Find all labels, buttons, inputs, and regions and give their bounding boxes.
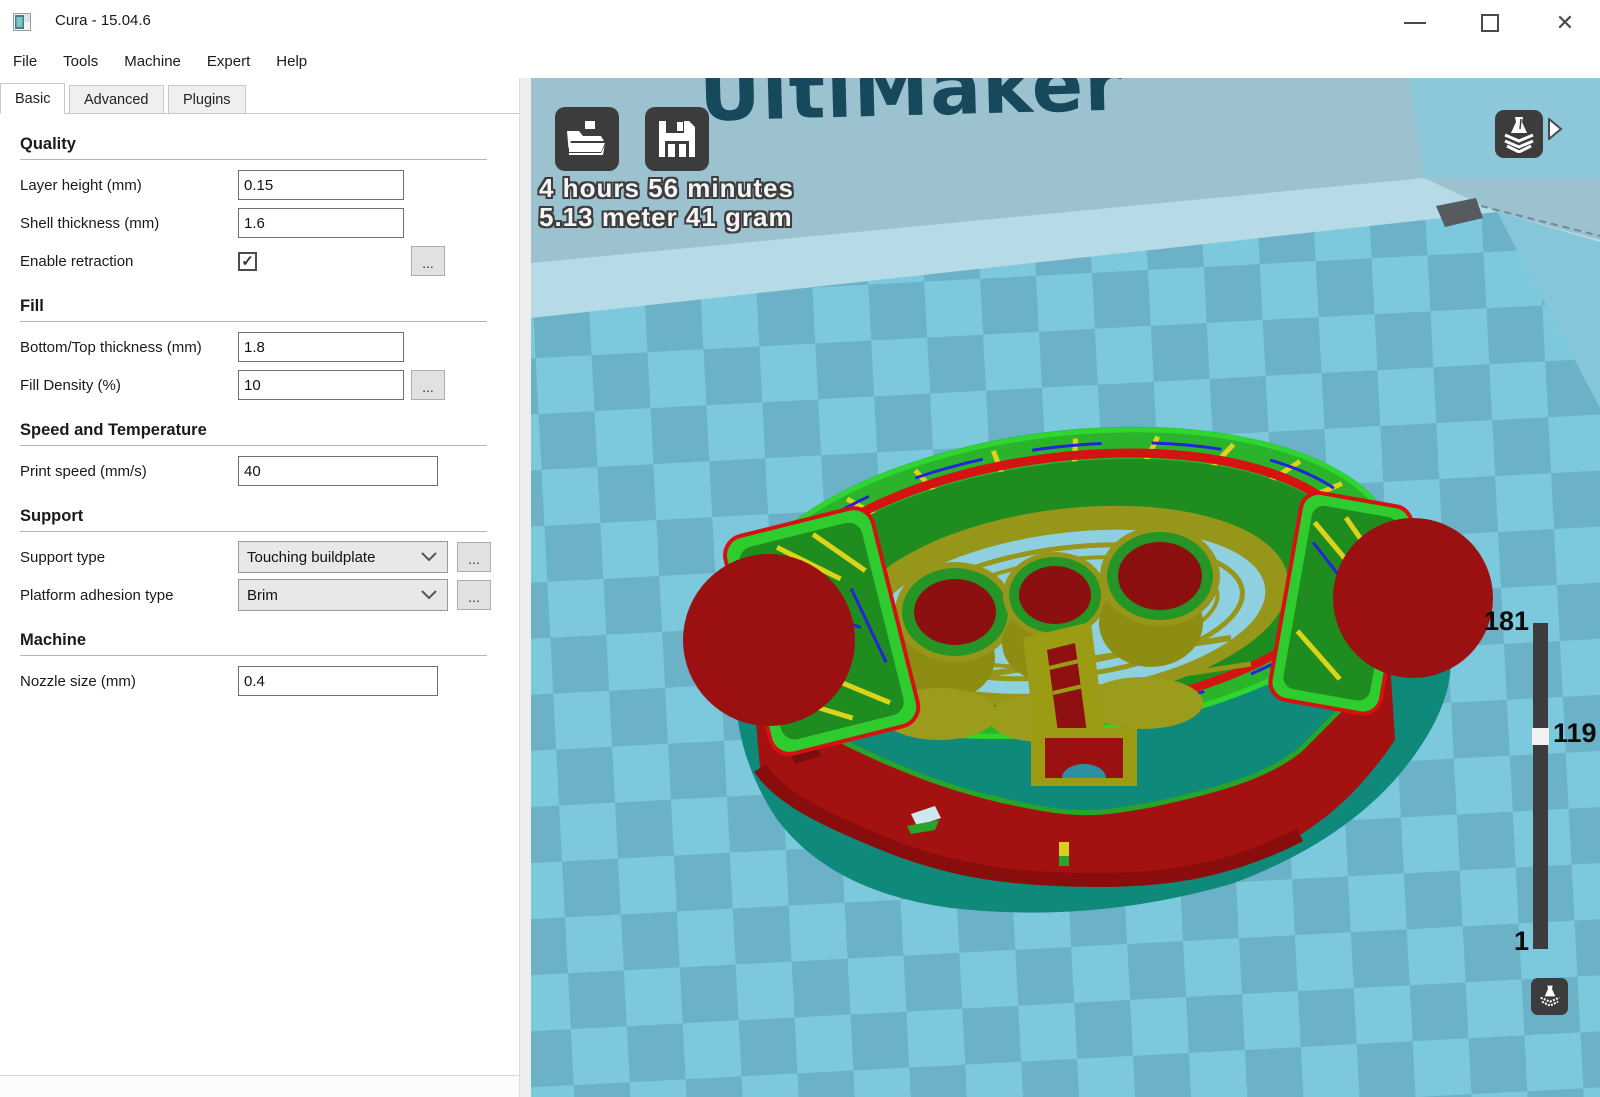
menu-tools[interactable]: Tools xyxy=(51,48,110,75)
fill-density-input[interactable] xyxy=(238,370,404,400)
platform-adhesion-more-button[interactable]: ... xyxy=(457,580,491,610)
checkmark-icon: ✓ xyxy=(241,252,254,270)
chevron-down-icon xyxy=(421,552,437,562)
tab-advanced[interactable]: Advanced xyxy=(69,85,164,114)
save-toolpath-button[interactable] xyxy=(645,107,709,171)
platform-adhesion-label: Platform adhesion type xyxy=(20,587,238,604)
print-material: 5.13 meter 41 gram xyxy=(539,202,793,233)
settings-panel: Quality Layer height (mm) Shell thicknes… xyxy=(0,114,519,1075)
tab-basic[interactable]: Basic xyxy=(0,83,65,114)
shell-thickness-input[interactable] xyxy=(238,208,404,238)
menu-machine[interactable]: Machine xyxy=(112,48,193,75)
titlebar: Cura - 15.04.6 ✕ xyxy=(0,0,1600,45)
window-title: Cura - 15.04.6 xyxy=(55,12,151,29)
close-button[interactable]: ✕ xyxy=(1535,0,1595,45)
layer-current-label: 119 xyxy=(1553,718,1597,749)
platform-adhesion-dropdown[interactable]: Brim xyxy=(238,579,448,611)
section-speed-temperature: Speed and Temperature xyxy=(20,421,487,446)
section-support: Support xyxy=(20,507,487,532)
load-model-button[interactable] xyxy=(555,107,619,171)
tab-plugins[interactable]: Plugins xyxy=(168,85,246,114)
layer-slider-handle[interactable] xyxy=(1532,728,1549,745)
retraction-more-button[interactable]: ... xyxy=(411,246,445,276)
layer-view-icon xyxy=(1501,115,1537,153)
shell-thickness-label: Shell thickness (mm) xyxy=(20,215,238,232)
menu-file[interactable]: File xyxy=(1,48,49,75)
layer-slider[interactable] xyxy=(1533,623,1548,949)
tabstrip: Basic Advanced Plugins xyxy=(0,84,531,114)
fill-density-label: Fill Density (%) xyxy=(20,377,238,394)
chevron-down-icon xyxy=(421,590,437,600)
cura-app-icon xyxy=(13,13,31,31)
fill-density-more-button[interactable]: ... xyxy=(411,370,445,400)
bottom-top-thickness-input[interactable] xyxy=(238,332,404,362)
view-mode-expand-icon[interactable] xyxy=(1547,118,1563,140)
load-model-icon xyxy=(565,119,609,159)
section-fill: Fill xyxy=(20,297,487,322)
nozzle-size-label: Nozzle size (mm) xyxy=(20,673,238,690)
layer-max-label: 181 xyxy=(1477,606,1529,637)
enable-retraction-label: Enable retraction xyxy=(20,253,238,270)
view-mode-button[interactable] xyxy=(1495,110,1543,158)
close-icon: ✕ xyxy=(1556,12,1574,34)
layer-height-label: Layer height (mm) xyxy=(20,177,238,194)
support-type-more-button[interactable]: ... xyxy=(457,542,491,572)
minimize-button[interactable] xyxy=(1385,0,1445,45)
panel-gutter xyxy=(519,78,531,1097)
print-time: 4 hours 56 minutes xyxy=(539,173,794,204)
menu-help[interactable]: Help xyxy=(264,48,319,75)
layer-view-mini-icon xyxy=(1538,984,1562,1010)
print-speed-input[interactable] xyxy=(238,456,438,486)
maximize-button[interactable] xyxy=(1460,0,1520,45)
layer-view-mini-button[interactable] xyxy=(1531,978,1568,1015)
bottom-top-thickness-label: Bottom/Top thickness (mm) xyxy=(20,339,238,356)
print-speed-label: Print speed (mm/s) xyxy=(20,463,238,480)
support-type-dropdown[interactable]: Touching buildplate xyxy=(238,541,448,573)
minimize-icon xyxy=(1404,22,1426,24)
menu-expert[interactable]: Expert xyxy=(195,48,262,75)
support-type-value: Touching buildplate xyxy=(247,549,375,566)
support-type-label: Support type xyxy=(20,549,238,566)
section-quality: Quality xyxy=(20,135,487,160)
left-pocket-bore xyxy=(683,554,855,726)
menubar: File Tools Machine Expert Help xyxy=(0,45,1600,78)
right-pocket-bore xyxy=(1333,518,1493,678)
platform-adhesion-value: Brim xyxy=(247,587,278,604)
enable-retraction-checkbox[interactable]: ✓ xyxy=(238,252,257,271)
layer-min-label: 1 xyxy=(1493,926,1529,957)
maximize-icon xyxy=(1481,14,1499,32)
save-toolpath-icon xyxy=(657,119,697,159)
section-machine: Machine xyxy=(20,631,487,656)
nozzle-size-input[interactable] xyxy=(238,666,438,696)
layer-height-input[interactable] xyxy=(238,170,404,200)
viewport-3d[interactable]: UltiMaker 4 hours 56 minutes 5.13 meter … xyxy=(531,78,1600,1097)
panel-bottom-strip xyxy=(0,1075,519,1097)
